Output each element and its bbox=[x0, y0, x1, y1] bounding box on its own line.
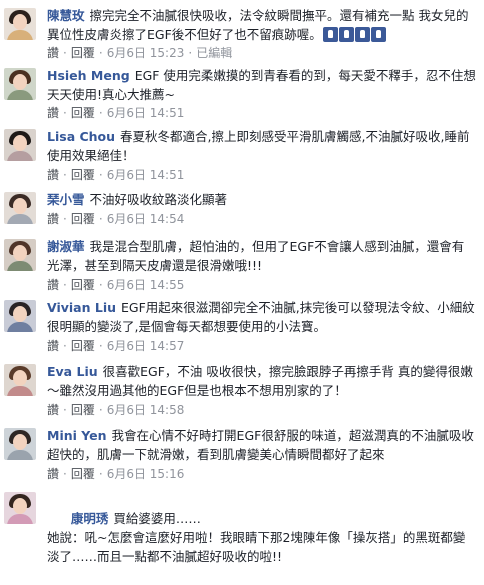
like-link[interactable]: 讚 bbox=[47, 168, 59, 182]
reply-link[interactable]: 回覆 bbox=[71, 46, 95, 60]
comment-author[interactable]: 陳慧玫 bbox=[47, 8, 85, 23]
comment-meta: 讚 · 回覆 · 6月6日 14:54 bbox=[47, 212, 185, 226]
comment-author[interactable]: Hsieh Meng bbox=[47, 68, 130, 83]
avatar[interactable] bbox=[4, 300, 36, 332]
avatar[interactable] bbox=[4, 492, 36, 524]
comment-author[interactable]: Vivian Liu bbox=[47, 300, 116, 315]
avatar[interactable] bbox=[4, 8, 36, 40]
avatar[interactable] bbox=[4, 68, 36, 100]
comment-author[interactable]: Eva Liu bbox=[47, 364, 98, 379]
like-link[interactable]: 讚 bbox=[47, 106, 59, 120]
comment-author[interactable]: 琹小雪 bbox=[47, 192, 85, 207]
comment-meta: 讚 · 回覆 · 6月6日 14:51 bbox=[47, 106, 185, 120]
comment-body: Mini Yen 我會在心情不好時打開EGF很舒服的味道，超滋潤真的不油膩吸收超快… bbox=[47, 426, 476, 464]
comment-body: 陳慧玫 擦完完全不油膩很快吸收，法令紋瞬間撫平。還有補充一點 我女兒的異位性皮膚炎… bbox=[47, 6, 476, 44]
comment-meta: 讚 · 回覆 · 6月6日 15:23 · 已編輯 bbox=[47, 46, 233, 60]
comment-meta: 讚 · 回覆 · 6月6日 14:57 bbox=[47, 339, 185, 353]
comment-author[interactable]: 謝淑華 bbox=[47, 239, 85, 254]
comment-meta: 讚 · 回覆 · 6月6日 14:55 bbox=[47, 278, 185, 292]
like-link[interactable]: 讚 bbox=[47, 339, 59, 353]
edited-label[interactable]: 已編輯 bbox=[196, 46, 232, 60]
comment-timestamp[interactable]: 6月6日 14:54 bbox=[107, 212, 185, 226]
avatar[interactable] bbox=[4, 129, 36, 161]
like-icon bbox=[322, 27, 338, 42]
comment-body: 康明琇 買給婆婆用…… 她說：吼~怎麼會這麼好用啦！我眼睛下那2塊陳年像「操灰搭」… bbox=[47, 490, 476, 585]
reply-link[interactable]: 回覆 bbox=[71, 106, 95, 120]
comment-list: 陳慧玫 擦完完全不油膩很快吸收，法令紋瞬間撫平。還有補充一點 我女兒的異位性皮膚炎… bbox=[0, 0, 484, 564]
comment-body: 琹小雪 不油好吸收紋路淡化顯著 bbox=[47, 190, 476, 209]
comment-timestamp[interactable]: 6月6日 14:57 bbox=[107, 339, 185, 353]
avatar[interactable] bbox=[4, 239, 36, 271]
avatar[interactable] bbox=[4, 428, 36, 460]
comment-timestamp[interactable]: 6月6日 14:55 bbox=[107, 278, 185, 292]
comment-text: 很喜歡EGF，不油 吸收很快，擦完臉跟脖子再擦手背 真的變得很嫩～雖然沒用過其他… bbox=[47, 364, 473, 398]
comment-meta: 讚 · 回覆 · 6月6日 14:58 bbox=[47, 403, 185, 417]
like-icon bbox=[338, 27, 354, 42]
comment-timestamp[interactable]: 6月6日 14:51 bbox=[107, 106, 185, 120]
like-link[interactable]: 讚 bbox=[47, 467, 59, 481]
avatar[interactable] bbox=[4, 364, 36, 396]
like-link[interactable]: 讚 bbox=[47, 46, 59, 60]
reply-link[interactable]: 回覆 bbox=[71, 467, 95, 481]
comment-timestamp[interactable]: 6月6日 15:16 bbox=[107, 467, 185, 481]
comment-text: 擦完完全不油膩很快吸收，法令紋瞬間撫平。還有補充一點 我女兒的異位性皮膚炎擦了E… bbox=[47, 8, 469, 42]
like-link[interactable]: 讚 bbox=[47, 403, 59, 417]
comment-timestamp[interactable]: 6月6日 14:51 bbox=[107, 168, 185, 182]
like-icon bbox=[370, 27, 386, 42]
comment-text: 我是混合型肌膚，超怕油的，但用了EGF不會讓人感到油膩，還會有光澤，甚至到隔天皮… bbox=[47, 239, 465, 273]
comment-body: 謝淑華 我是混合型肌膚，超怕油的，但用了EGF不會讓人感到油膩，還會有光澤，甚至到… bbox=[47, 237, 476, 275]
avatar[interactable] bbox=[4, 192, 36, 224]
reply-link[interactable]: 回覆 bbox=[71, 339, 95, 353]
like-icon bbox=[354, 27, 370, 42]
comment-author[interactable]: Mini Yen bbox=[47, 428, 107, 443]
like-link[interactable]: 讚 bbox=[47, 278, 59, 292]
comment-body: Lisa Chou 春夏秋冬都適合,擦上即刻感受平滑肌膚觸感,不油膩好吸收,睡前使… bbox=[47, 127, 476, 165]
comment-text: 不油好吸收紋路淡化顯著 bbox=[89, 192, 228, 207]
comment-timestamp[interactable]: 6月6日 15:23 bbox=[107, 46, 185, 60]
comment-author[interactable]: 康明琇 bbox=[71, 511, 109, 526]
comment-body: Vivian Liu EGF用起來很滋潤卻完全不油膩,抹完後可以發現法令紋、小細紋… bbox=[47, 298, 476, 336]
comment-author[interactable]: Lisa Chou bbox=[47, 129, 115, 144]
comment-timestamp[interactable]: 6月6日 14:58 bbox=[107, 403, 185, 417]
reply-link[interactable]: 回覆 bbox=[71, 403, 95, 417]
reply-link[interactable]: 回覆 bbox=[71, 278, 95, 292]
comment-meta: 讚 · 回覆 · 6月6日 15:16 bbox=[47, 467, 185, 481]
comment-body: Eva Liu 很喜歡EGF，不油 吸收很快，擦完臉跟脖子再擦手背 真的變得很嫩～… bbox=[47, 362, 476, 400]
reply-link[interactable]: 回覆 bbox=[71, 212, 95, 226]
comment-text: 買給婆婆用…… 她說：吼~怎麼會這麼好用啦！我眼睛下那2塊陳年像「操灰搭」的黑斑… bbox=[47, 511, 466, 564]
comment-text: 我會在心情不好時打開EGF很舒服的味道，超滋潤真的不油膩吸收超快的，肌膚一下就滑… bbox=[47, 428, 474, 462]
like-link[interactable]: 讚 bbox=[47, 212, 59, 226]
reply-link[interactable]: 回覆 bbox=[71, 168, 95, 182]
comment-meta: 讚 · 回覆 · 6月6日 14:51 bbox=[47, 168, 185, 182]
comment-body: Hsieh Meng EGF 使用完柔嫩摸的到青春看的到，每天愛不釋手，忍不住想天… bbox=[47, 66, 476, 104]
